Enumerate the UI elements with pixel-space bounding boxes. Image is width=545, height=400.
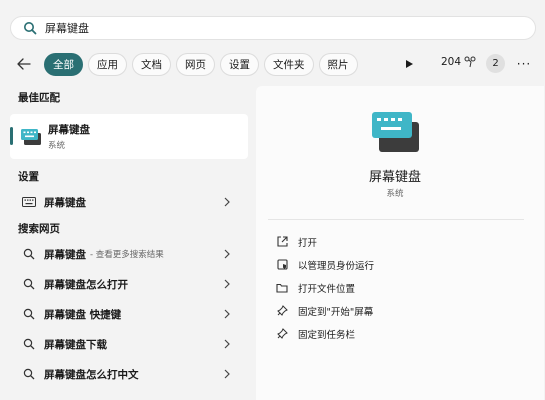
pin-icon [276,305,288,317]
settings-item[interactable]: 屏幕键盘 [10,187,248,217]
chevron-right-icon [224,368,234,380]
web-result-label: 屏幕键盘 快捷键 [44,308,122,321]
filter-bar: 全部 应用 文档 网页 设置 文件夹 照片 204 2 ··· [10,52,538,76]
keyboard-app-icon [371,110,421,154]
play-icon [406,60,413,68]
search-input[interactable] [45,18,485,38]
pin-icon [276,328,288,340]
search-icon [22,337,36,351]
keyboard-icon [22,195,36,209]
folder-icon [276,282,288,294]
rewards-points[interactable]: 204 [441,56,476,68]
best-match-title: 屏幕键盘 [48,124,90,136]
chevron-right-icon [224,196,234,208]
run-as-admin-action[interactable]: 以管理员身份运行 [270,253,526,276]
settings-item-label: 屏幕键盘 [44,196,86,209]
rewards-icon [464,56,476,68]
chevron-right-icon [224,248,234,260]
search-bar[interactable] [10,16,536,40]
open-action[interactable]: 打开 [270,230,526,253]
app-title: 屏幕键盘 [368,170,421,185]
web-result-label: 屏幕键盘怎么打中文 [44,368,139,381]
open-icon [276,236,288,248]
chevron-right-icon [224,278,234,290]
web-result-item[interactable]: 屏幕键盘 - 查看更多搜索结果 [10,239,248,269]
more-options-button[interactable]: ··· [514,54,534,74]
details-panel: 屏幕键盘 系统 打开 以管理员身份运行 打开文件位置 固定到"开始"屏幕 固定到… [256,86,544,400]
web-result-item[interactable]: 屏幕键盘怎么打中文 [10,359,248,389]
action-label: 打开 [298,237,318,249]
tab-apps[interactable]: 应用 [88,52,127,76]
back-arrow-icon [17,58,31,70]
web-search-header: 搜索网页 [18,222,60,235]
best-match-subtitle: 系统 [48,141,66,151]
search-icon [23,21,37,35]
action-label: 固定到任务栏 [298,329,356,341]
web-result-label: 屏幕键盘 [44,248,86,261]
tab-settings[interactable]: 设置 [220,52,259,76]
action-label: 固定到"开始"屏幕 [298,306,374,318]
tab-folders[interactable]: 文件夹 [264,52,314,76]
app-subtitle: 系统 [386,189,404,199]
more-filters-button[interactable] [402,57,416,71]
tab-photos[interactable]: 照片 [318,52,358,76]
search-icon [22,247,36,261]
search-icon [22,277,36,291]
settings-header: 设置 [18,170,39,183]
action-label: 打开文件位置 [298,283,356,295]
web-result-item[interactable]: 屏幕键盘下载 [10,329,248,359]
search-icon [22,367,36,381]
results-list: 最佳匹配 屏幕键盘 系统 设置 屏幕键盘 搜索网页 屏幕键盘 - 查看更多搜索结… [10,86,250,389]
selection-indicator [10,127,13,145]
back-button[interactable] [12,52,36,76]
keyboard-app-icon [20,128,42,146]
web-result-hint: - 查看更多搜索结果 [90,250,164,260]
action-label: 以管理员身份运行 [298,260,375,272]
open-file-location-action[interactable]: 打开文件位置 [270,276,526,299]
best-match-header: 最佳匹配 [18,91,60,104]
pin-to-taskbar-action[interactable]: 固定到任务栏 [270,322,526,345]
web-result-item[interactable]: 屏幕键盘 快捷键 [10,299,248,329]
tab-web[interactable]: 网页 [176,52,215,76]
pin-to-start-action[interactable]: 固定到"开始"屏幕 [270,299,526,322]
web-result-label: 屏幕键盘下载 [44,338,107,351]
search-icon [22,307,36,321]
web-result-item[interactable]: 屏幕键盘怎么打开 [10,269,248,299]
best-match-item[interactable]: 屏幕键盘 系统 [10,114,248,159]
shield-icon [276,259,288,271]
action-list: 打开 以管理员身份运行 打开文件位置 固定到"开始"屏幕 固定到任务栏 [270,230,526,345]
points-value: 204 [441,56,462,68]
chevron-right-icon [224,338,234,350]
tab-documents[interactable]: 文档 [132,52,171,76]
notification-badge[interactable]: 2 [486,54,505,73]
web-result-label: 屏幕键盘怎么打开 [44,278,128,291]
divider [268,219,524,220]
tab-all[interactable]: 全部 [44,52,83,76]
chevron-right-icon [224,308,234,320]
